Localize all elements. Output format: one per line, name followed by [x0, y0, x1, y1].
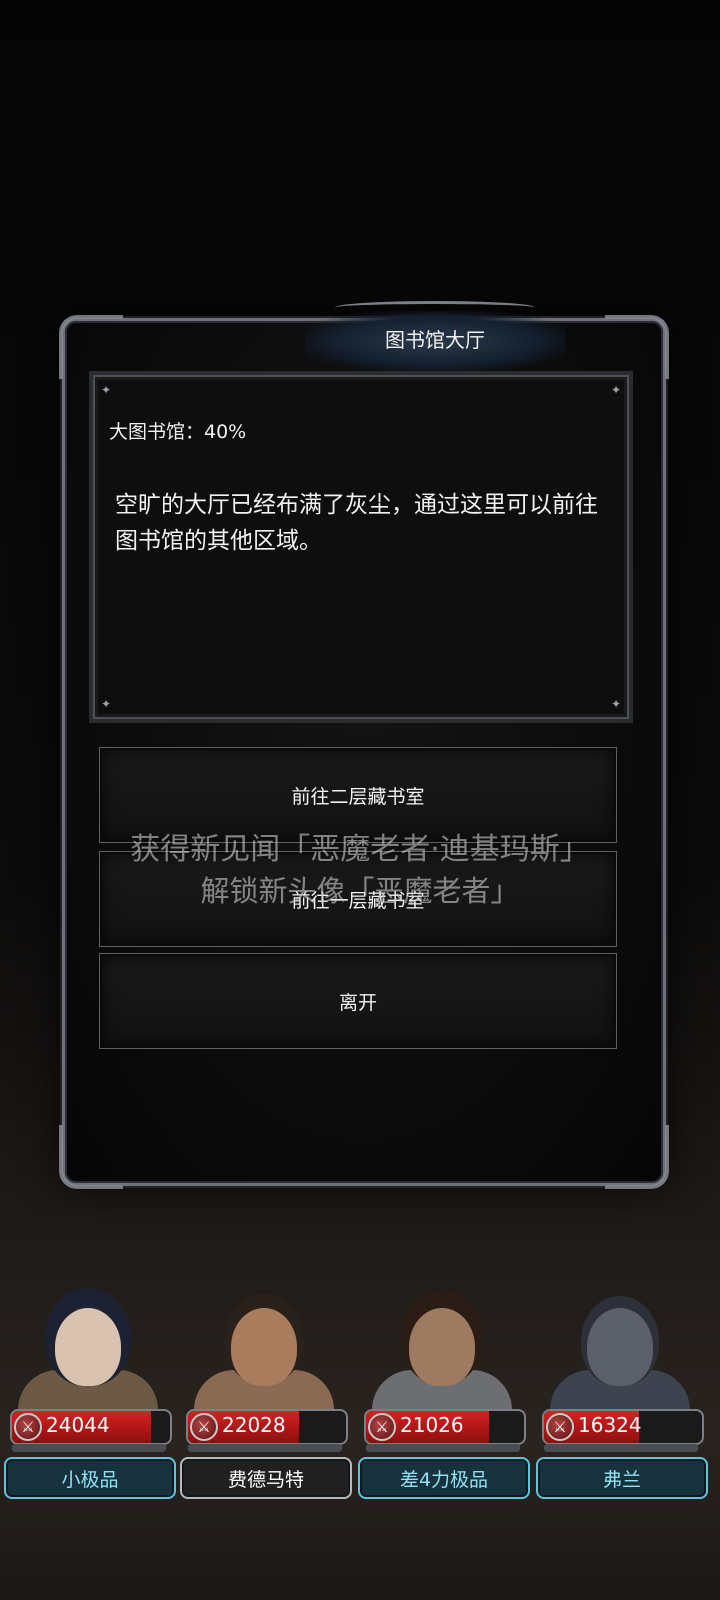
party-member-1[interactable]: ⚔ 24044 小极品	[0, 1268, 176, 1518]
exploration-progress: 大图书馆：40%	[109, 421, 247, 443]
secondary-bar	[366, 1444, 520, 1452]
power-value: 21026	[400, 1413, 464, 1437]
party-member-2[interactable]: ⚔ 22028 费德马特	[176, 1268, 352, 1518]
notification-new-avatar: 解锁新头像「恶魔老者」	[200, 874, 520, 908]
notification-new-lore: 获得新见闻「恶魔老者·迪基玛斯」	[130, 832, 590, 867]
sword-icon: ⚔	[190, 1413, 218, 1441]
hero-name[interactable]: 差4力极品	[358, 1457, 530, 1499]
option-button-leave[interactable]: 离开	[99, 953, 617, 1049]
sparkle-icon: ✦	[101, 697, 112, 711]
hero-name[interactable]: 弗兰	[536, 1457, 708, 1499]
power-bar: ⚔ 22028	[186, 1409, 348, 1445]
secondary-bar	[544, 1444, 698, 1452]
dialog-title: 图书馆大厅	[305, 311, 565, 371]
hero-portrait[interactable]	[542, 1276, 698, 1416]
description-panel: ✦ ✦ ✦ ✦ 大图书馆：40% 空旷的大厅已经布满了灰尘，通过这里可以前往图书…	[93, 375, 629, 719]
event-dialog: 图书馆大厅 ✦ ✦ ✦ ✦ 大图书馆：40% 空旷的大厅已经布满了灰尘，通过这里…	[59, 301, 669, 1189]
hero-portrait[interactable]	[10, 1276, 166, 1416]
power-bar: ⚔ 16324	[542, 1409, 704, 1445]
power-bar: ⚔ 21026	[364, 1409, 526, 1445]
hero-portrait[interactable]	[364, 1276, 520, 1416]
ornament-corner	[605, 315, 669, 379]
ornament-corner	[59, 1125, 123, 1189]
hero-name[interactable]: 小极品	[4, 1457, 176, 1499]
sword-icon: ⚔	[546, 1413, 574, 1441]
power-bar: ⚔ 24044	[10, 1409, 172, 1445]
ornament-corner	[59, 315, 123, 379]
party-bar: ⚔ 24044 小极品 ⚔ 22028 费德马特 ⚔ 21026 差4力极品 ⚔…	[0, 1268, 720, 1518]
power-value: 22028	[222, 1413, 286, 1437]
secondary-bar	[12, 1444, 166, 1452]
party-member-3[interactable]: ⚔ 21026 差4力极品	[354, 1268, 530, 1518]
party-member-4[interactable]: ⚔ 16324 弗兰	[532, 1268, 708, 1518]
sparkle-icon: ✦	[610, 697, 621, 711]
sword-icon: ⚔	[368, 1413, 396, 1441]
sparkle-icon: ✦	[610, 383, 621, 397]
secondary-bar	[188, 1444, 342, 1452]
sword-icon: ⚔	[14, 1413, 42, 1441]
event-description: 空旷的大厅已经布满了灰尘，通过这里可以前往图书馆的其他区域。	[115, 492, 598, 554]
power-value: 24044	[46, 1413, 110, 1437]
hero-name[interactable]: 费德马特	[180, 1457, 352, 1499]
ornament-corner	[605, 1125, 669, 1189]
sparkle-icon: ✦	[101, 383, 112, 397]
hero-portrait[interactable]	[186, 1276, 342, 1416]
power-value: 16324	[578, 1413, 642, 1437]
